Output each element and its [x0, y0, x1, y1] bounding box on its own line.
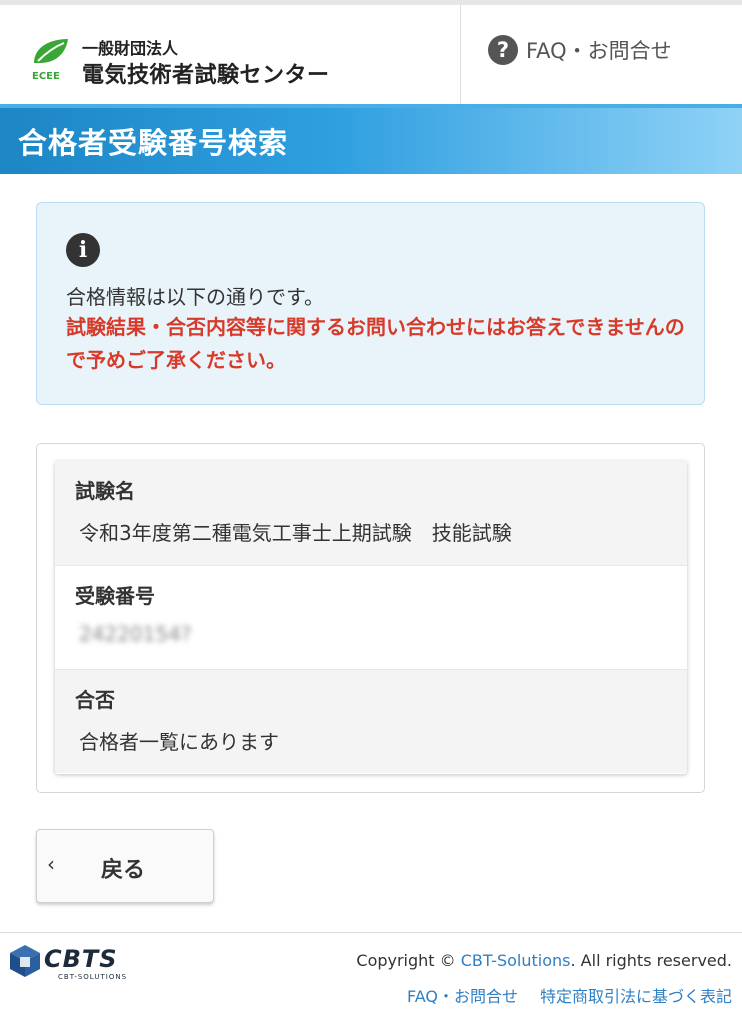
faq-contact-link[interactable]: ? FAQ・お問合せ	[488, 35, 672, 65]
site-footer: CBTS CBT-SOLUTIONS Copyright © CBT-Solut…	[0, 932, 742, 1025]
leaf-logo-icon: ECEE	[32, 39, 68, 82]
page-title-band: 合格者受験番号検索	[0, 104, 742, 174]
info-circle-icon: i	[66, 233, 100, 267]
result-list: 試験名 令和3年度第二種電気工事士上期試験 技能試験 受験番号 24220154…	[55, 461, 687, 774]
back-button[interactable]: ‹ 戻る	[36, 829, 214, 903]
copyright-suffix: . All rights reserved.	[570, 951, 733, 970]
alert-message: 合格情報は以下の通りです。	[66, 285, 324, 309]
exam-name-label: 試験名	[75, 479, 135, 503]
result-panel: 試験名 令和3年度第二種電気工事士上期試験 技能試験 受験番号 24220154…	[36, 443, 705, 793]
footer-links: FAQ・お問合せ 特定商取引法に基づく表記	[407, 983, 732, 1007]
exam-name-value: 令和3年度第二種電気工事士上期試験 技能試験	[79, 521, 512, 545]
chevron-left-icon: ‹	[47, 852, 55, 876]
alert-warning: 試験結果・合否内容等に関するお問い合わせにはお答えできませんので予めご了承くださ…	[66, 315, 685, 372]
svg-text:ECEE: ECEE	[32, 71, 60, 82]
pass-fail-label: 合否	[75, 688, 115, 712]
cbts-brand: CBTS	[44, 945, 118, 973]
result-row-exam-number: 受験番号 24220154?	[55, 565, 687, 669]
org-subtitle: 一般財団法人	[82, 39, 179, 58]
question-circle-icon: ?	[488, 35, 518, 65]
info-alert: i 合格情報は以下の通りです。 試験結果・合否内容等に関するお問い合わせにはお答…	[36, 202, 705, 405]
site-header: ECEE 一般財団法人 電気技術者試験センター ? FAQ・お問合せ	[0, 0, 742, 109]
exam-number-value: 24220154?	[79, 622, 192, 646]
org-name: 電気技術者試験センター	[82, 63, 330, 88]
footer-faq-link[interactable]: FAQ・お問合せ	[407, 987, 518, 1006]
exam-number-label: 受験番号	[75, 584, 155, 608]
cbts-brand-sub: CBT-SOLUTIONS	[58, 973, 128, 981]
cbt-solutions-link[interactable]: CBT-Solutions	[461, 951, 571, 970]
copyright: Copyright © CBT-Solutions. All rights re…	[356, 951, 732, 970]
result-row-exam-name: 試験名 令和3年度第二種電気工事士上期試験 技能試験	[55, 461, 687, 565]
faq-link-label: FAQ・お問合せ	[526, 39, 672, 63]
footer-law-link[interactable]: 特定商取引法に基づく表記	[540, 987, 732, 1006]
cube-logo-icon	[10, 945, 40, 977]
title-band-accent	[0, 104, 742, 108]
header-divider	[460, 5, 461, 109]
result-row-pass-fail: 合否 合格者一覧にあります	[55, 669, 687, 773]
ecee-logo[interactable]: ECEE 一般財団法人 電気技術者試験センター	[28, 33, 358, 88]
pass-fail-value: 合格者一覧にあります	[79, 730, 279, 754]
copyright-prefix: Copyright ©	[356, 951, 461, 970]
back-button-label: 戻る	[101, 858, 146, 883]
page-title: 合格者受験番号検索	[18, 126, 289, 160]
cbts-logo[interactable]: CBTS CBT-SOLUTIONS	[8, 943, 138, 983]
